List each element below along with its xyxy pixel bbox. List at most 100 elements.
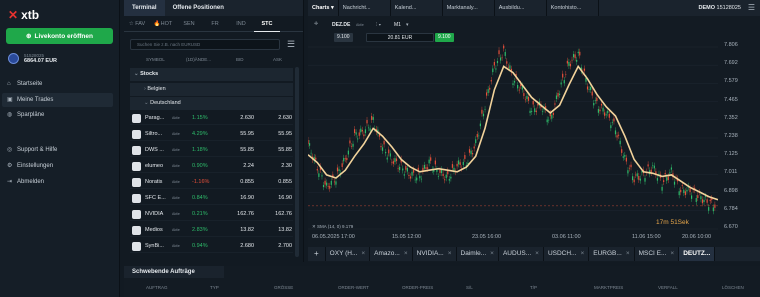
orders-title[interactable]: Schwebende Aufträge [132,269,195,275]
tab-charts[interactable]: Charts ▾ [308,0,339,16]
chart-symbol-tab[interactable]: DEUTZ... [679,247,716,261]
tab-fav[interactable]: ☆ FAV [124,16,150,32]
instrument-bid[interactable]: 55.95 [234,128,254,141]
candle-body [635,174,637,176]
close-icon[interactable]: × [448,247,452,261]
tab-nachrichten[interactable]: Nachricht... [339,0,391,16]
chart-symbol-tab[interactable]: NVIDIA... × [413,247,457,261]
nav-support[interactable]: ◎ Support & Hilfe [2,143,113,157]
tab-offene-positionen[interactable]: Offene Positionen [165,0,232,16]
chart-symbol-tab[interactable]: Amazo... × [370,247,413,261]
candle-body [590,87,592,90]
instrument-bid[interactable]: 13.82 [234,224,254,237]
instrument-row[interactable]: elumeo Aktie 0.90% 2.24 2.30 [130,160,293,173]
account-info[interactable]: 51528025 6864.07 EUR [8,53,57,64]
chart-symbol-tab[interactable]: AUDUS... × [499,247,544,261]
close-icon[interactable]: × [404,247,408,261]
group-stocks[interactable]: ⌄ Stocks [130,68,293,81]
close-icon[interactable]: × [670,247,674,261]
instrument-bid[interactable]: 2.630 [234,112,254,125]
instrument-row[interactable]: Siltro... Aktie 4.29% 55.95 55.95 [130,128,293,141]
instrument-ask[interactable]: 13.82 [275,224,292,237]
candle-body [709,199,711,202]
chart-symbol-tab[interactable]: EURGB... × [589,247,635,261]
instrument-row[interactable]: NVIDIA Aktie 0.21% 162.76 162.76 [130,208,293,221]
instrument-bid[interactable]: 55.85 [234,144,254,157]
timeframe-chevron-icon[interactable]: ▾ [406,22,409,28]
menu-icon[interactable]: ☰ [748,3,755,12]
tab-sen[interactable]: SEN [176,16,202,32]
instrument-row[interactable]: Medios Aktie 2.83% 13.82 13.82 [130,224,293,237]
chart-symbol-tab[interactable]: MSCI E... × [635,247,680,261]
group-belgien[interactable]: › Belgien [130,83,293,96]
instrument-bid[interactable]: 16.90 [234,192,254,205]
chart-symbol[interactable]: DEZ.DE [332,22,350,28]
timeframe-select[interactable]: M1 [394,22,401,28]
tab-ausbildung[interactable]: Ausbildu... [495,0,547,16]
chart-symbol-tab[interactable]: USDCH... × [544,247,590,261]
tab-marktanalyse[interactable]: Marktanaly... [443,0,495,16]
scrollbar[interactable] [295,67,299,257]
xtb-logo[interactable]: ✕ xtb [8,8,39,22]
candle-body [568,62,570,66]
add-chart-button[interactable]: + [308,247,326,261]
instrument-ask[interactable]: 162.76 [275,208,292,221]
instrument-row[interactable]: Parag... Aktie 1.15% 2.630 2.630 [130,112,293,125]
instrument-logo-icon [132,210,141,219]
nav-meine-trades[interactable]: ▣ Meine Trades [2,93,113,107]
tab-ind[interactable]: IND [228,16,254,32]
close-icon[interactable]: × [580,247,584,261]
orders-column-header: GRÖSSE [274,285,294,290]
y-tick-label: 6.898 [724,187,738,194]
instrument-row[interactable]: SFC E... Aktie 0.84% 16.90 16.90 [130,192,293,205]
search-input[interactable]: Suchen Sie z.B. nach EURUSD [130,39,280,50]
instrument-ask[interactable]: 2.700 [275,240,292,253]
instrument-ask[interactable]: 2.30 [275,160,292,173]
demo-account-label[interactable]: DEMO 15128025 [698,0,741,16]
close-icon[interactable]: × [535,247,539,261]
nav-abmelden[interactable]: ⇥ Abmelden [2,175,113,189]
home-icon: ⌂ [7,81,11,87]
close-icon[interactable]: × [490,247,494,261]
candle-body [341,163,343,167]
volume-input[interactable]: 20.81 EUR [366,33,434,42]
tab-stc[interactable]: STC [254,16,280,32]
nav-sparplaene[interactable]: ◍ Sparpläne [2,108,113,122]
tab-kontohistorie[interactable]: Kontohisto... [547,0,599,16]
sell-price[interactable]: 9.100 [334,33,353,42]
instrument-row[interactable]: Noratis Aktie -1.16% 0.855 0.855 [130,176,293,189]
nav-startseite[interactable]: ⌂ Startseite [2,77,113,91]
tab-hot[interactable]: 🔥HOT [150,16,176,32]
instrument-ask[interactable]: 0.855 [275,176,292,189]
instrument-bid[interactable]: 2.24 [234,160,254,173]
candle-body [681,185,683,186]
buy-price[interactable]: 9.100 [435,33,454,42]
chart-symbol-tab[interactable]: Daimle... × [457,247,499,261]
tab-fr[interactable]: FR [202,16,228,32]
price-chart[interactable] [308,44,718,232]
tab-kalender[interactable]: Kalend... [391,0,443,16]
close-icon[interactable]: × [361,247,365,261]
candle-body [420,178,422,180]
list-view-icon[interactable]: ☰ [287,40,297,49]
instrument-row[interactable]: DWS ... Aktie 1.18% 55.85 55.85 [130,144,293,157]
close-icon[interactable]: × [626,247,630,261]
instrument-ask[interactable]: 16.90 [275,192,292,205]
candle-body [604,112,606,116]
instrument-ask[interactable]: 55.85 [275,144,292,157]
open-live-account-button[interactable]: ⊕ Livekonto eröffnen [6,28,113,44]
y-tick-label: 6.670 [724,224,738,230]
nav-einstellungen[interactable]: ⚙ Einstellungen [2,159,113,173]
candle-body [555,95,558,100]
tab-terminal[interactable]: Terminal [124,0,165,16]
instrument-bid[interactable]: 0.855 [234,176,254,189]
group-deutschland[interactable]: ⌄ Deutschland [130,97,293,110]
instrument-row[interactable]: SynBi... Aktie 0.94% 2.680 2.700 [130,240,293,253]
instrument-ask[interactable]: 2.630 [275,112,292,125]
chart-type-icon[interactable]: ⫶ ▾ [376,22,381,28]
crosshair-icon[interactable]: ✛ [314,21,318,27]
instrument-ask[interactable]: 55.95 [275,128,292,141]
chart-symbol-tab[interactable]: OXY (H... × [326,247,371,261]
instrument-bid[interactable]: 2.680 [234,240,254,253]
instrument-bid[interactable]: 162.76 [234,208,254,221]
